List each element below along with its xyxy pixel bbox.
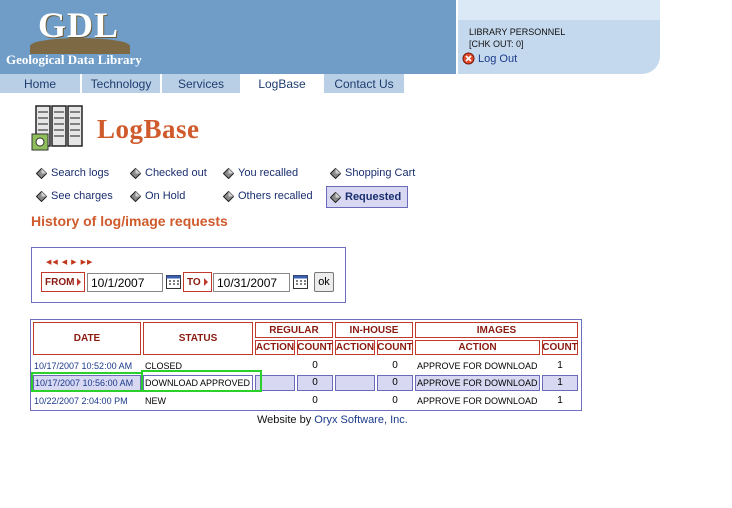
- to-label: TO: [183, 272, 212, 292]
- checkout-count: [CHK OUT: 0]: [469, 39, 524, 49]
- footer: Website by Oryx Software, Inc.: [257, 414, 408, 426]
- menu-you-recalled[interactable]: You recalled: [223, 165, 298, 181]
- prev-year-icon[interactable]: ◀◀: [46, 258, 59, 266]
- header-inhouse-count: COUNT: [377, 340, 413, 355]
- section-title: History of log/image requests: [31, 213, 228, 229]
- row-date-link[interactable]: 10/17/2007 10:52:00 AM: [34, 358, 132, 373]
- menu-shopping-cart[interactable]: Shopping Cart: [330, 165, 415, 181]
- tab-logbase[interactable]: LogBase: [242, 74, 322, 93]
- tab-technology[interactable]: Technology: [82, 74, 160, 93]
- diamond-bullet-icon: [223, 190, 234, 202]
- next-year-icon[interactable]: ▶▶: [81, 258, 94, 266]
- row-regular-count: 0: [312, 395, 318, 406]
- to-label-text: TO: [187, 276, 201, 288]
- menu-requested[interactable]: Requested: [326, 186, 409, 208]
- header-banner: GDL Geological Data Library: [0, 0, 456, 74]
- period-nav: ◀◀ ◀ ▶ ▶▶: [46, 258, 93, 266]
- header-date: DATE: [33, 322, 141, 355]
- diamond-bullet-icon: [36, 167, 47, 179]
- footer-prefix: Website by: [257, 414, 312, 426]
- row-date-link[interactable]: 10/17/2007 10:56:00 AM: [35, 375, 133, 390]
- diamond-bullet-icon: [330, 191, 341, 203]
- header-images: IMAGES: [415, 322, 578, 338]
- calendar-icon[interactable]: [166, 274, 181, 289]
- page: GDL Geological Data Library LIBRARY PERS…: [0, 0, 732, 508]
- tab-home[interactable]: Home: [0, 74, 80, 93]
- from-label-text: FROM: [45, 276, 75, 288]
- logout-label: Log Out: [478, 52, 518, 65]
- arrow-right-icon: [77, 278, 82, 286]
- row-images-action[interactable]: APPROVE FOR DOWNLOAD: [417, 375, 538, 390]
- tab-services[interactable]: Services: [162, 74, 240, 93]
- diamond-bullet-icon: [130, 190, 141, 202]
- menu-checked-out[interactable]: Checked out: [130, 165, 207, 181]
- row-date-link[interactable]: 10/22/2007 2:04:00 PM: [34, 393, 128, 408]
- row-regular-count: 0: [312, 360, 318, 371]
- diamond-bullet-icon: [223, 167, 234, 179]
- logo-subtitle: Geological Data Library: [6, 52, 142, 67]
- menu-see-charges[interactable]: See charges: [36, 188, 113, 204]
- tab-contact-us[interactable]: Contact Us: [324, 74, 404, 93]
- user-panel-strip: [458, 0, 660, 20]
- menu-on-hold[interactable]: On Hold: [130, 188, 185, 204]
- header-images-count: COUNT: [542, 340, 578, 355]
- row-images-action[interactable]: APPROVE FOR DOWNLOAD: [417, 358, 538, 373]
- menu-others-recalled[interactable]: Others recalled: [223, 188, 313, 204]
- header-inhouse: IN-HOUSE: [335, 322, 413, 338]
- menu-label: You recalled: [238, 167, 299, 179]
- from-label: FROM: [41, 272, 86, 292]
- row-status: NEW: [145, 395, 166, 406]
- ok-button[interactable]: ok: [314, 272, 334, 292]
- main-nav: Home Technology Services LogBase Contact…: [0, 74, 404, 93]
- logo-text[interactable]: GDL: [38, 4, 119, 46]
- footer-company-link[interactable]: Oryx Software, Inc.: [314, 414, 408, 426]
- row-inhouse-count: 0: [392, 360, 398, 371]
- row-status: DOWNLOAD APPROVED: [145, 377, 251, 388]
- row-images-count: 1: [557, 395, 563, 406]
- logout-link[interactable]: Log Out: [462, 52, 517, 65]
- prev-month-icon[interactable]: ◀: [62, 258, 68, 266]
- page-title: LogBase: [97, 114, 200, 144]
- header-images-action: ACTION: [415, 340, 540, 355]
- diamond-bullet-icon: [130, 167, 141, 179]
- date-filter: ◀◀ ◀ ▶ ▶▶ FROM TO ok: [31, 247, 346, 303]
- header-inhouse-action: ACTION: [335, 340, 375, 355]
- row-inhouse-action-cell: [335, 375, 375, 391]
- menu-search-logs[interactable]: Search logs: [36, 165, 109, 181]
- diamond-bullet-icon: [36, 190, 47, 202]
- row-regular-count: 0: [312, 377, 318, 388]
- next-month-icon[interactable]: ▶: [71, 258, 77, 266]
- arrow-right-icon: [203, 278, 208, 286]
- header: GDL Geological Data Library LIBRARY PERS…: [0, 0, 732, 74]
- menu-label: On Hold: [145, 190, 186, 202]
- user-role: LIBRARY PERSONNEL: [469, 27, 566, 37]
- menu-label: Checked out: [145, 167, 207, 179]
- user-info: LIBRARY PERSONNEL [CHK OUT: 0]: [469, 26, 565, 50]
- logout-icon: [462, 52, 475, 65]
- diamond-bullet-icon: [330, 167, 341, 179]
- menu-label: Shopping Cart: [345, 167, 416, 179]
- row-images-count: 1: [557, 377, 563, 388]
- row-inhouse-count: 0: [392, 377, 398, 388]
- header-status: STATUS: [143, 322, 253, 355]
- menu-label: Requested: [345, 191, 402, 203]
- row-images-action[interactable]: APPROVE FOR DOWNLOAD: [417, 393, 538, 408]
- menu-label: Others recalled: [238, 190, 313, 202]
- from-date-input[interactable]: [87, 273, 163, 292]
- logbase-icon: [31, 105, 83, 151]
- header-regular: REGULAR: [255, 322, 333, 338]
- menu-label: Search logs: [51, 167, 110, 179]
- to-date-input[interactable]: [213, 273, 290, 292]
- header-regular-count: COUNT: [297, 340, 333, 355]
- row-images-count: 1: [557, 360, 563, 371]
- calendar-icon[interactable]: [293, 274, 308, 289]
- header-regular-action: ACTION: [255, 340, 295, 355]
- menu-label: See charges: [51, 190, 113, 202]
- row-inhouse-count: 0: [392, 395, 398, 406]
